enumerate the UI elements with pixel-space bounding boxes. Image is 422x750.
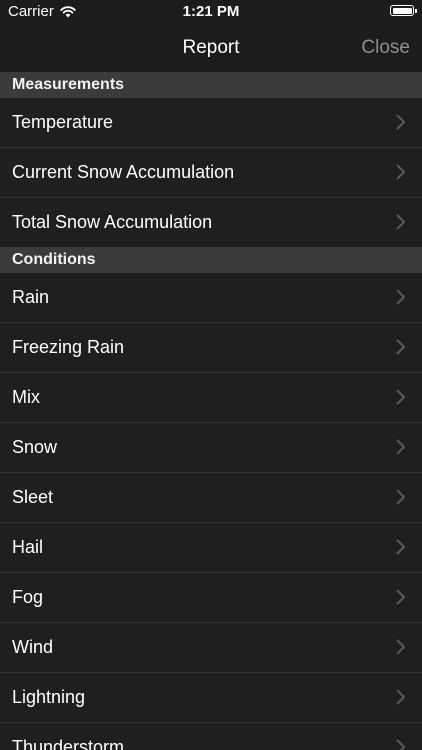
list-item-label: Mix — [12, 387, 40, 407]
chevron-right-icon — [396, 164, 405, 180]
list-item-total-snow-accumulation[interactable]: Total Snow Accumulation — [0, 198, 422, 247]
list-item-label: Hail — [12, 537, 44, 557]
chevron-right-icon — [396, 489, 405, 505]
chevron-right-icon — [396, 339, 405, 355]
list-item-label: Wind — [12, 637, 54, 657]
status-time: 1:21 PM — [182, 3, 240, 20]
chevron-right-icon — [396, 389, 405, 405]
chevron-right-icon — [396, 739, 405, 750]
list-item-label: Freezing Rain — [12, 337, 125, 357]
chevron-right-icon — [396, 539, 405, 555]
list-item-mix[interactable]: Mix — [0, 373, 422, 423]
list-item-temperature[interactable]: Temperature — [0, 98, 422, 148]
list-item-hail[interactable]: Hail — [0, 523, 422, 573]
status-right — [390, 5, 417, 16]
list-item-label: Total Snow Accumulation — [12, 212, 213, 232]
chevron-right-icon — [396, 689, 405, 705]
report-list: Measurements Temperature Current Snow Ac… — [0, 72, 422, 750]
section-header-measurements: Measurements — [0, 72, 422, 98]
close-button[interactable]: Close — [361, 37, 410, 59]
page-title: Report — [182, 37, 240, 58]
list-item-label: Thunderstorm — [12, 737, 125, 750]
chevron-right-icon — [396, 589, 405, 605]
list-item-lightning[interactable]: Lightning — [0, 673, 422, 723]
nav-bar: Report Close — [0, 24, 422, 72]
chevron-right-icon — [396, 439, 405, 455]
list-item-wind[interactable]: Wind — [0, 623, 422, 673]
section-header-conditions: Conditions — [0, 247, 422, 273]
chevron-right-icon — [396, 639, 405, 655]
status-bar: Carrier 1:21 PM — [0, 0, 422, 24]
list-item-label: Lightning — [12, 687, 86, 707]
chevron-right-icon — [396, 289, 405, 305]
list-item-fog[interactable]: Fog — [0, 573, 422, 623]
chevron-right-icon — [396, 114, 405, 130]
list-item-current-snow-accumulation[interactable]: Current Snow Accumulation — [0, 148, 422, 198]
list-item-label: Rain — [12, 287, 50, 307]
list-item-label: Sleet — [12, 487, 54, 507]
list-item-sleet[interactable]: Sleet — [0, 473, 422, 523]
battery-icon — [390, 5, 417, 16]
list-item-label: Fog — [12, 587, 44, 607]
list-item-label: Current Snow Accumulation — [12, 162, 235, 182]
list-item-thunderstorm[interactable]: Thunderstorm — [0, 723, 422, 750]
chevron-right-icon — [396, 214, 405, 230]
list-item-snow[interactable]: Snow — [0, 423, 422, 473]
list-item-freezing-rain[interactable]: Freezing Rain — [0, 323, 422, 373]
list-item-label: Snow — [12, 437, 58, 457]
list-item-rain[interactable]: Rain — [0, 273, 422, 323]
list-item-label: Temperature — [12, 112, 114, 132]
